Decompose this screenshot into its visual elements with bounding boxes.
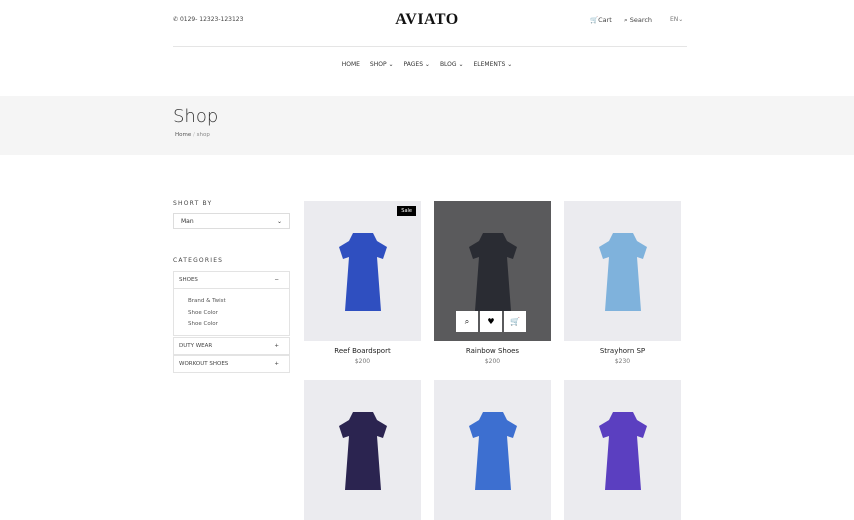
product-card[interactable] bbox=[564, 380, 681, 520]
product-card[interactable]: ⌕ ♥ 🛒 Rainbow Shoes $200 bbox=[434, 201, 551, 365]
product-image[interactable] bbox=[304, 380, 421, 520]
breadcrumb-current: shop bbox=[196, 132, 210, 138]
cart-icon: 🛒 bbox=[510, 317, 520, 326]
plus-icon: + bbox=[274, 361, 279, 367]
wishlist-button[interactable]: ♥ bbox=[480, 311, 502, 332]
product-image[interactable]: ⌕ ♥ 🛒 bbox=[434, 201, 551, 341]
product-price: $200 bbox=[484, 358, 501, 365]
plus-icon: + bbox=[274, 343, 279, 349]
search-icon: ⌕ bbox=[464, 316, 470, 326]
add-to-cart-button[interactable]: 🛒 bbox=[504, 311, 526, 332]
sort-label: SHORT BY bbox=[173, 200, 213, 207]
product-price: $200 bbox=[354, 358, 371, 365]
search-link[interactable]: ⌕ Search bbox=[624, 16, 652, 25]
product-name[interactable]: Reef Boardsport bbox=[304, 347, 421, 355]
product-image[interactable] bbox=[434, 380, 551, 520]
categories-label: CATEGORIES bbox=[173, 257, 224, 264]
product-name[interactable]: Rainbow Shoes bbox=[434, 347, 551, 355]
dress-image bbox=[338, 233, 387, 311]
main-nav: HOME SHOP ⌄ PAGES ⌄ BLOG ⌄ ELEMENTS ⌄ bbox=[0, 61, 854, 68]
header-divider bbox=[173, 46, 687, 47]
category-shoes: SHOES − Brand & Twist Shoe Color Shoe Color bbox=[173, 271, 290, 336]
product-image[interactable]: Sale bbox=[304, 201, 421, 341]
nav-shop[interactable]: SHOP ⌄ bbox=[370, 61, 394, 68]
nav-home[interactable]: HOME bbox=[342, 61, 360, 68]
category-item[interactable]: Shoe Color bbox=[188, 319, 289, 331]
minus-icon: − bbox=[274, 277, 279, 283]
product-card[interactable]: Strayhorn SP $230 bbox=[564, 201, 681, 365]
sale-badge: Sale bbox=[397, 206, 416, 216]
category-workout-shoes[interactable]: WORKOUT SHOES + bbox=[173, 355, 290, 373]
category-item[interactable]: Brand & Twist bbox=[188, 296, 289, 308]
product-name[interactable]: Strayhorn SP bbox=[564, 347, 681, 355]
product-price: $230 bbox=[614, 358, 631, 365]
heart-icon: ♥ bbox=[487, 317, 495, 326]
dress-image bbox=[598, 233, 647, 311]
dress-image bbox=[468, 412, 517, 490]
product-card[interactable] bbox=[304, 380, 421, 520]
breadcrumb: Home / shop bbox=[175, 132, 210, 138]
category-duty-wear[interactable]: DUTY WEAR + bbox=[173, 337, 290, 355]
logo[interactable]: AVIATO bbox=[0, 11, 854, 29]
dress-image bbox=[338, 412, 387, 490]
page-title: Shop bbox=[173, 106, 219, 127]
cart-link[interactable]: 🛒Cart bbox=[590, 16, 612, 24]
product-image[interactable] bbox=[564, 380, 681, 520]
chevron-down-icon: ⌄ bbox=[276, 218, 282, 225]
product-image[interactable] bbox=[564, 201, 681, 341]
product-card[interactable] bbox=[434, 380, 551, 520]
dress-image bbox=[468, 233, 517, 311]
dress-image bbox=[598, 412, 647, 490]
cart-icon: 🛒 bbox=[590, 16, 599, 24]
language-select[interactable]: EN⌄ bbox=[670, 16, 683, 23]
page-header bbox=[0, 96, 854, 155]
nav-pages[interactable]: PAGES ⌄ bbox=[404, 61, 430, 68]
breadcrumb-home[interactable]: Home bbox=[175, 132, 191, 138]
category-shoes-header[interactable]: SHOES − bbox=[174, 272, 289, 288]
nav-blog[interactable]: BLOG ⌄ bbox=[440, 61, 464, 68]
product-card[interactable]: Sale Reef Boardsport $200 bbox=[304, 201, 421, 365]
quick-view-button[interactable]: ⌕ bbox=[456, 311, 478, 332]
sort-select[interactable]: Man ⌄ bbox=[173, 213, 290, 229]
category-item[interactable]: Shoe Color bbox=[188, 308, 289, 320]
nav-elements[interactable]: ELEMENTS ⌄ bbox=[474, 61, 513, 68]
